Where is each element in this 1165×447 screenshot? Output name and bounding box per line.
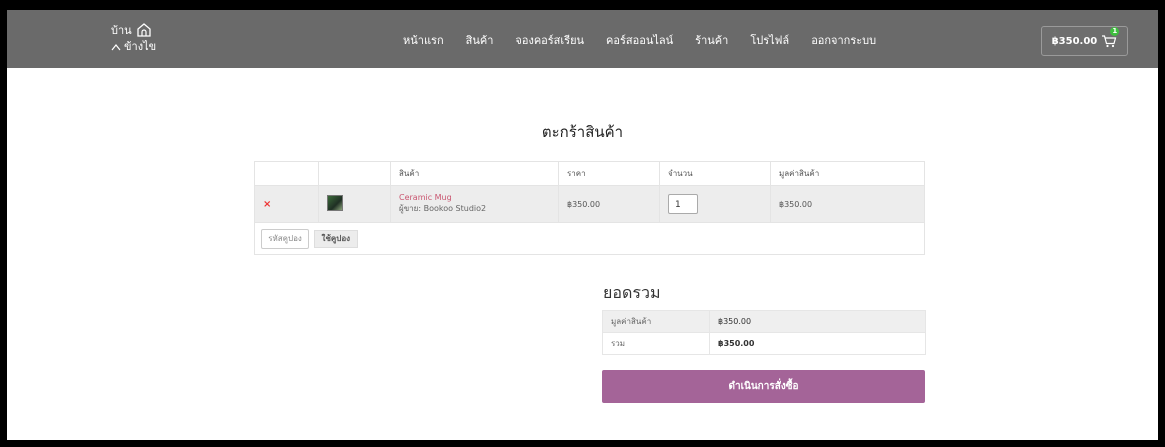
- nav-item-products[interactable]: สินค้า: [466, 31, 494, 49]
- subtotal-value: ฿350.00: [709, 310, 926, 333]
- cart-amount: ฿350.00: [1051, 35, 1098, 47]
- cart-icon: 1: [1101, 27, 1120, 48]
- totals-total-row: รวม ฿350.00: [602, 332, 926, 355]
- cart-table-header: สินค้า ราคา จำนวน มูลค่าสินค้า: [254, 161, 925, 186]
- totals-subtotal-row: มูลค่าสินค้า ฿350.00: [602, 310, 926, 333]
- product-thumbnail[interactable]: [327, 195, 343, 211]
- logo-text-line2: ข้างไข: [124, 40, 157, 53]
- thumbnail-cell: [318, 185, 391, 223]
- quantity-input[interactable]: 1: [668, 194, 698, 214]
- cart-totals-title: ยอดรวม: [603, 283, 661, 302]
- header-product: สินค้า: [390, 161, 559, 186]
- header-quantity: จำนวน: [659, 161, 771, 186]
- total-label: รวม: [602, 332, 710, 355]
- browser-viewport: บ้าน ข้างไข หน้าแรก สินค้า จองคอร์สเรียน…: [7, 10, 1158, 440]
- page-title: ตะกร้าสินค้า: [541, 123, 624, 141]
- price-cell: ฿350.00: [558, 185, 660, 223]
- apply-coupon-button[interactable]: ใช้คูปอง: [313, 229, 359, 248]
- house-icon: [137, 23, 151, 37]
- product-vendor: ผู้ขาย: Bookoo Studio2: [399, 204, 487, 213]
- product-name-link[interactable]: Ceramic Mug: [399, 193, 550, 202]
- header-thumbnail: [318, 161, 391, 186]
- cart-item-row: × Ceramic Mug ผู้ขาย: Bookoo Studio2 ฿35…: [254, 185, 925, 223]
- nav-item-profile[interactable]: โปรไฟล์: [750, 31, 789, 49]
- site-logo[interactable]: บ้าน ข้างไข: [111, 22, 171, 56]
- total-value: ฿350.00: [709, 332, 926, 355]
- site-header: บ้าน ข้างไข หน้าแรก สินค้า จองคอร์สเรียน…: [7, 10, 1158, 68]
- nav-item-shop[interactable]: ร้านค้า: [695, 31, 728, 49]
- quantity-cell: 1: [659, 185, 771, 223]
- nav-item-home[interactable]: หน้าแรก: [403, 31, 444, 49]
- subtotal-label: มูลค่าสินค้า: [602, 310, 710, 333]
- nav-item-online-course[interactable]: คอร์สออนไลน์: [606, 31, 673, 49]
- header-subtotal: มูลค่าสินค้า: [770, 161, 925, 186]
- roof-icon: [111, 43, 121, 50]
- coupon-cell: รหัสคูปอง ใช้คูปอง: [254, 222, 925, 255]
- header-remove: [254, 161, 319, 186]
- cart-table: สินค้า ราคา จำนวน มูลค่าสินค้า × Ceramic…: [254, 161, 925, 255]
- remove-item-icon[interactable]: ×: [263, 199, 271, 210]
- main-nav: หน้าแรก สินค้า จองคอร์สเรียน คอร์สออนไลน…: [403, 31, 876, 49]
- coupon-code-input[interactable]: รหัสคูปอง: [261, 228, 309, 249]
- proceed-to-checkout-button[interactable]: ดำเนินการสั่งซื้อ: [602, 370, 925, 403]
- product-cell: Ceramic Mug ผู้ขาย: Bookoo Studio2: [390, 185, 559, 223]
- cart-totals-table: มูลค่าสินค้า ฿350.00 รวม ฿350.00: [602, 310, 926, 355]
- logo-text-line1: บ้าน: [111, 23, 132, 37]
- cart-count-badge: 1: [1110, 27, 1120, 36]
- remove-cell: ×: [254, 185, 319, 223]
- subtotal-cell: ฿350.00: [770, 185, 925, 223]
- nav-item-logout[interactable]: ออกจากระบบ: [811, 31, 876, 49]
- nav-item-book-course[interactable]: จองคอร์สเรียน: [515, 31, 584, 49]
- header-price: ราคา: [558, 161, 660, 186]
- header-cart-button[interactable]: ฿350.00 1: [1041, 26, 1128, 56]
- coupon-row: รหัสคูปอง ใช้คูปอง: [254, 222, 925, 255]
